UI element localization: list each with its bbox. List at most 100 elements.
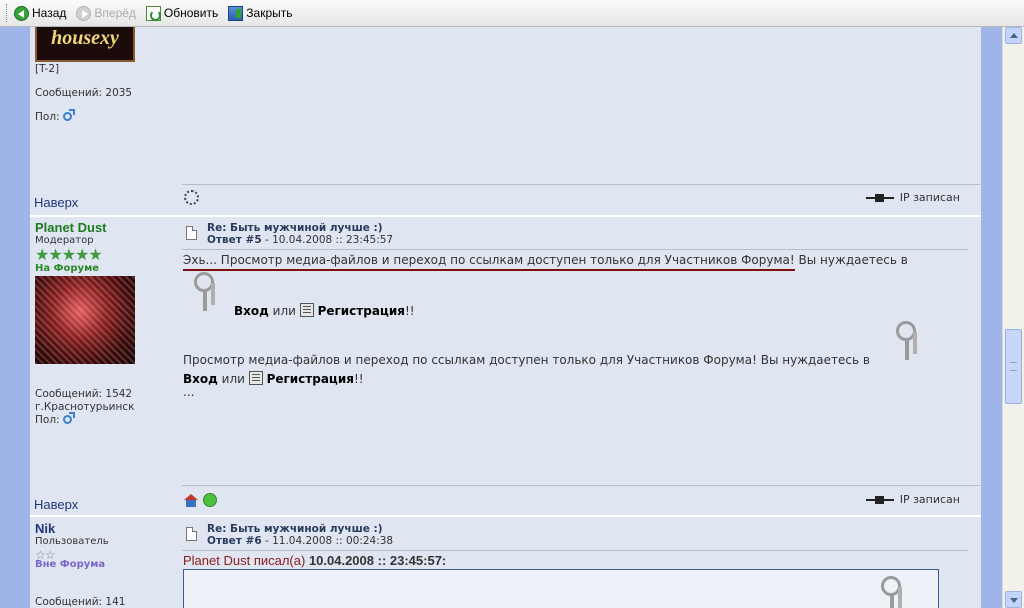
register-link[interactable]: Регистрация [267,372,354,386]
browser-toolbar: Назад Вперёд Обновить Закрыть [0,0,1024,27]
author-name[interactable]: Planet Dust [35,220,107,235]
quote-box [183,569,939,608]
post-footer-divider [182,184,980,185]
highlighted-notice: Эхь... Просмотр медиа-файлов и переход п… [183,253,795,271]
quote-header: Planet Dust писал(а) 10.04.2008 :: 23:45… [183,553,446,568]
ip-logged: IP записан [865,191,960,204]
page-right-margin [981,27,1002,608]
post-author-panel: Nik Пользователь ☆☆ Вне Форума Сообщений… [30,517,178,608]
refresh-icon [145,5,161,21]
refresh-label: Обновить [163,6,219,20]
flower-icon[interactable] [184,190,199,205]
avatar[interactable] [35,276,135,364]
post-author-panel: Planet Dust Модератор ★★★★★ На Форуме Со… [30,217,178,515]
scroll-down-icon[interactable] [1005,591,1022,608]
ellipsis: ... [183,385,195,399]
exclamation: !! [353,372,364,386]
online-status: На Форуме [35,263,100,274]
message-count: Сообщений: 2035 [35,87,133,99]
page-left-margin [0,27,12,608]
post-6: Nik Пользователь ☆☆ Вне Форума Сообщений… [30,517,981,608]
plug-icon [865,193,894,202]
male-icon [62,109,75,121]
refresh-button[interactable]: Обновить [145,5,219,21]
toolbar-grip[interactable] [6,4,10,22]
answer-number: Ответ #6 [207,535,262,547]
keys-icon [877,574,911,608]
gender-row: Пол: [35,412,75,426]
forward-arrow-icon [76,5,92,21]
keys-icon [190,270,224,316]
post-previous: housexy [T-2] Сообщений: 2035 Пол: Навер… [30,27,981,215]
auth-links-1: Вход или Регистрация!! [234,303,415,318]
post-line-1: Эхь... Просмотр медиа-файлов и переход п… [183,253,908,271]
post-footer-divider [182,485,980,486]
avatar[interactable]: housexy [35,27,135,62]
plug-icon [865,495,894,504]
gender-label: Пол: [35,414,60,426]
register-icon [248,371,263,385]
post-date: - 10.04.2008 :: 23:45:57 [261,234,394,246]
back-arrow-icon [14,5,29,21]
login-link[interactable]: Вход [183,372,218,386]
offline-status: Вне Форума [35,559,106,570]
forward-button[interactable]: Вперёд [76,5,136,21]
back-to-top-link[interactable]: Наверх [34,195,78,210]
notice-tail: Вы нуждаетесь в [794,253,908,267]
back-button[interactable]: Назад [14,5,67,21]
post-meta: Ответ #5 - 10.04.2008 :: 23:45:57 [207,234,393,246]
back-label: Назад [32,6,67,20]
message-count: Сообщений: 1542 [35,388,133,400]
avatar-logo-text: housexy [51,27,119,49]
login-link[interactable]: Вход [234,304,269,318]
post-subject[interactable]: Re: Быть мужчиной лучше :) [207,523,393,535]
vertical-scrollbar[interactable] [1002,27,1024,608]
homepage-icon[interactable] [184,494,198,508]
author-role: Пользователь [35,536,109,547]
post-content-panel: IP записан [182,27,980,215]
keys-icon [892,319,926,365]
post-document-icon [186,226,197,240]
answer-number: Ответ #5 [207,234,262,246]
close-button[interactable]: Закрыть [228,5,293,21]
user-group: [T-2] [35,63,60,75]
ip-label: IP записан [899,191,960,204]
close-icon [228,5,244,21]
auth-links-2: Вход или Регистрация!! [183,371,364,386]
or-text: или [217,372,249,386]
register-link[interactable]: Регистрация [318,304,405,318]
author-city: г.Краснотурьинск [35,401,135,413]
or-text: или [268,304,300,318]
scrollbar-thumb[interactable] [1005,329,1022,404]
quote-author: Planet Dust писал(а) [183,553,309,568]
post-5: Planet Dust Модератор ★★★★★ На Форуме Со… [30,217,981,515]
author-name[interactable]: Nik [35,521,55,536]
post-header: Re: Быть мужчиной лучше :) Ответ #6 - 11… [182,523,393,547]
post-meta: Ответ #6 - 11.04.2008 :: 00:24:38 [207,535,393,547]
male-icon [62,412,75,424]
gender-row: Пол: [35,109,75,123]
gender-label: Пол: [35,111,60,123]
post-header: Re: Быть мужчиной лучше :) Ответ #5 - 10… [182,222,393,246]
message-count: Сообщений: 141 [35,596,126,608]
exclamation: !! [404,304,415,318]
clover-icon[interactable] [203,493,217,507]
rank-stars-icon: ★★★★★ [35,245,103,264]
close-label: Закрыть [246,6,293,20]
register-icon [299,303,314,317]
forum-thread: housexy [T-2] Сообщений: 2035 Пол: Навер… [30,27,981,608]
post-content-panel: Re: Быть мужчиной лучше :) Ответ #5 - 10… [182,217,980,515]
back-to-top-link[interactable]: Наверх [34,497,78,512]
quote-date: 10.04.2008 :: 23:45:57: [308,553,447,568]
post-line-2: Просмотр медиа-файлов и переход по ссылк… [183,353,870,367]
post-subject[interactable]: Re: Быть мужчиной лучше :) [207,222,393,234]
post-header-divider [182,249,968,250]
ip-logged: IP записан [865,493,960,506]
post-header-divider [182,550,968,551]
scroll-up-icon[interactable] [1005,27,1022,44]
ip-label: IP записан [899,493,960,506]
post-document-icon [186,527,197,541]
forward-label: Вперёд [94,6,136,20]
post-content-panel: Re: Быть мужчиной лучше :) Ответ #6 - 11… [182,517,980,608]
post-date: - 11.04.2008 :: 00:24:38 [261,535,394,547]
